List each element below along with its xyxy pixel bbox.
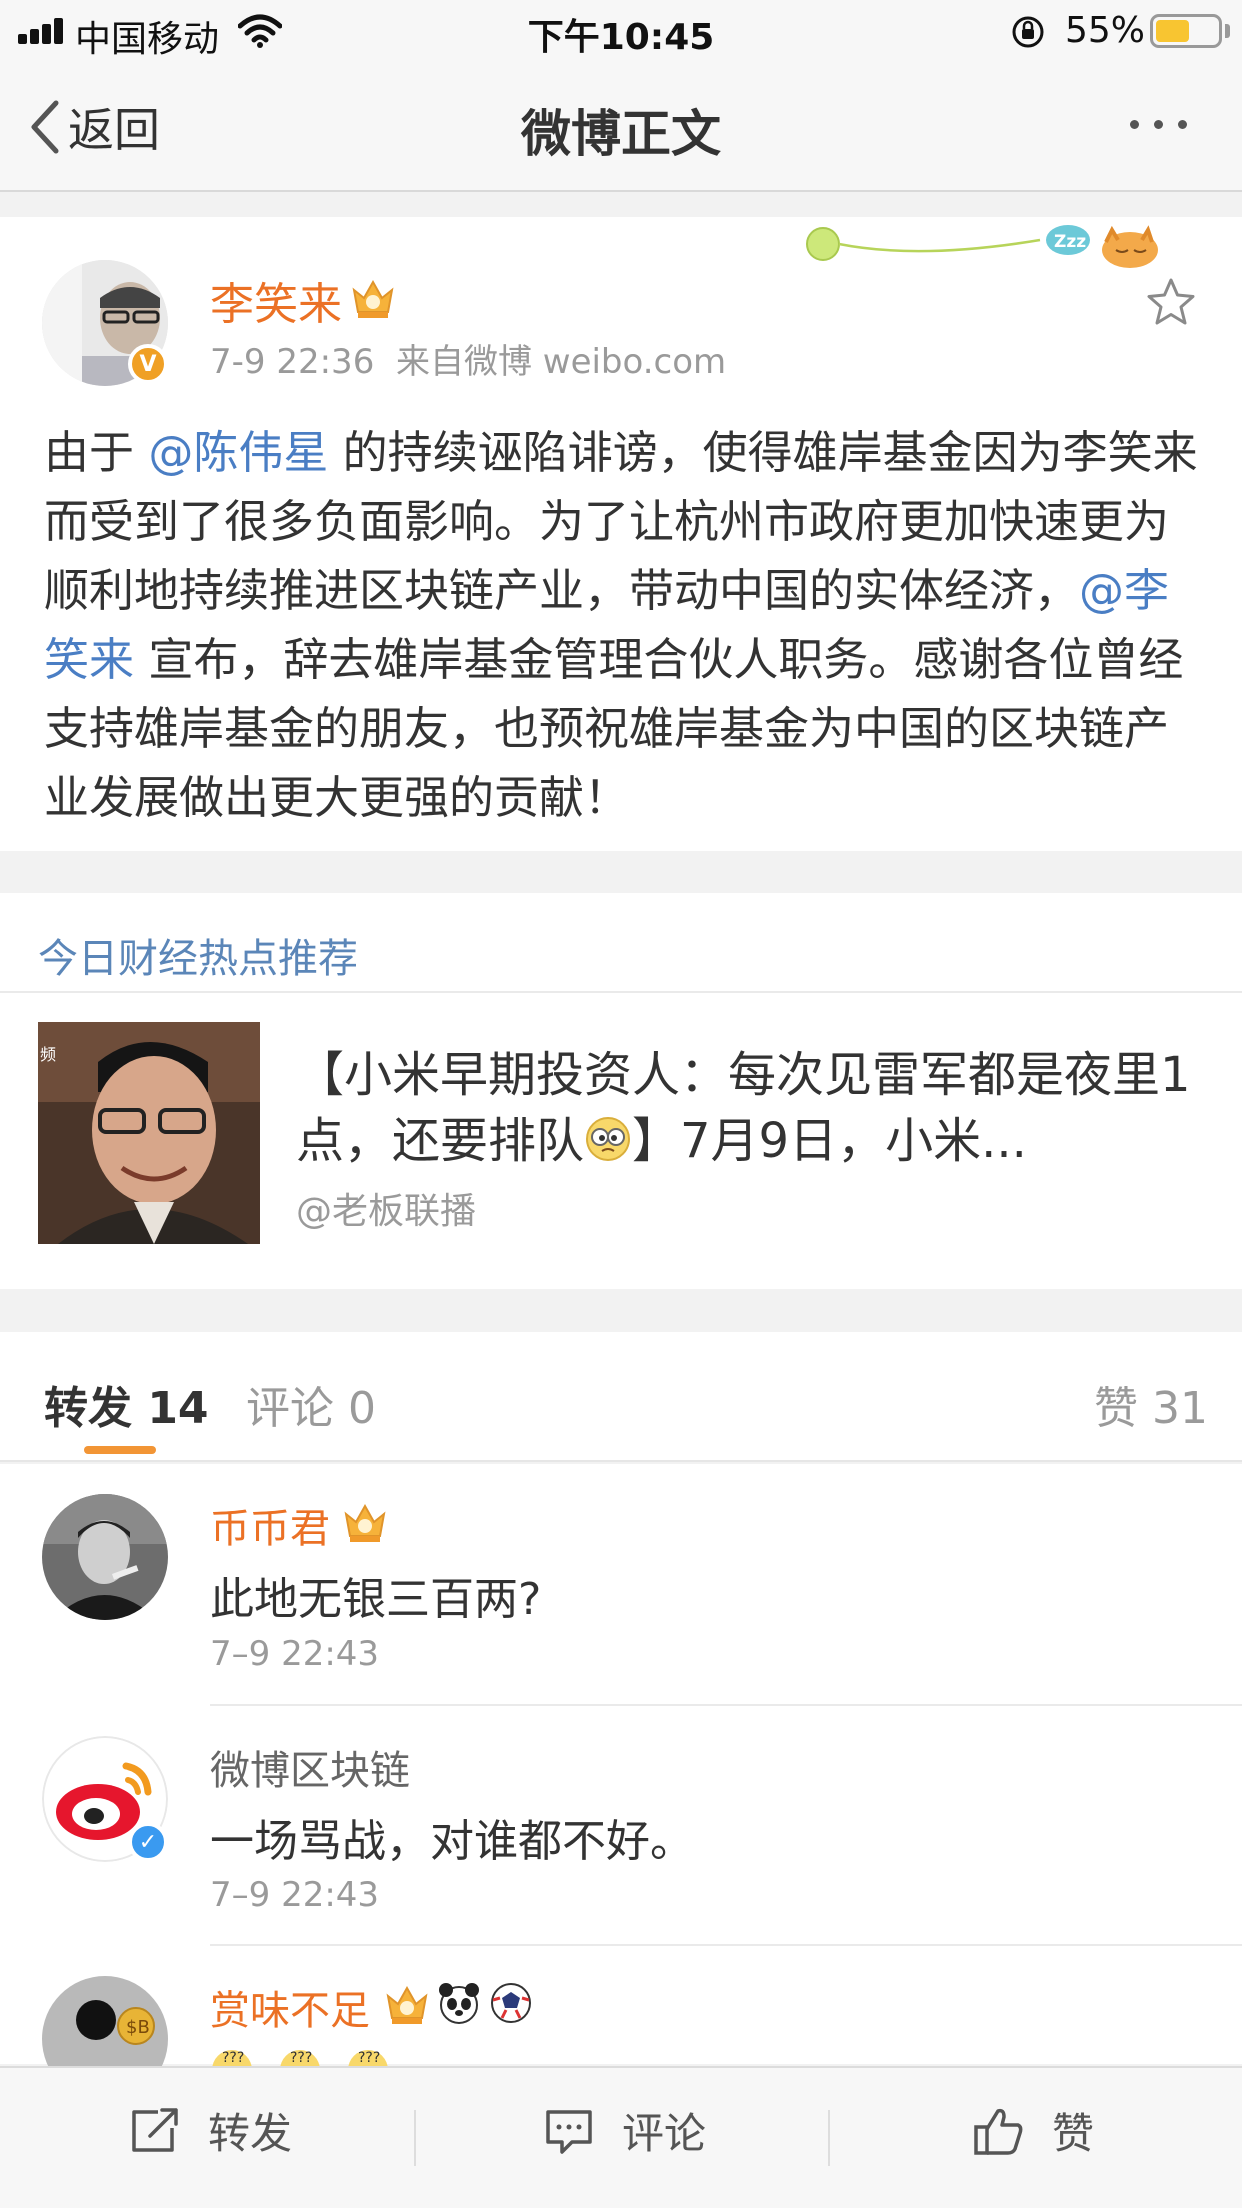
verified-badge-icon: ✓ xyxy=(128,1822,168,1862)
more-dot-icon xyxy=(1130,120,1139,129)
confused-emoji-icon xyxy=(586,1117,631,1161)
back-button[interactable]: 返回 xyxy=(30,94,160,160)
tab-repost[interactable]: 转发 14 xyxy=(44,1372,209,1436)
comment-author[interactable]: 币币君 xyxy=(210,1496,330,1554)
hot-title-text: 】7月9日，小米... xyxy=(632,1113,1027,1169)
mention-link[interactable]: @陈伟星 xyxy=(148,426,328,479)
repost-icon xyxy=(132,2107,178,2152)
comment-author[interactable]: 赏味不足 xyxy=(210,1978,370,2036)
divider xyxy=(0,991,1242,993)
repost-label: 转发 xyxy=(208,2109,293,2158)
comment-button[interactable]: 评论 xyxy=(542,2100,706,2161)
svg-text:Zzz: Zzz xyxy=(1054,232,1086,252)
svg-text:???: ??? xyxy=(222,2050,244,2066)
post-text-part: 由于 xyxy=(44,426,149,479)
svg-text:$B: $B xyxy=(126,2017,150,2038)
back-label: 返回 xyxy=(68,103,160,157)
status-bar: 中国移动 下午10:45 55% xyxy=(0,0,1242,62)
orientation-lock-icon xyxy=(1012,16,1044,48)
member-crown-icon xyxy=(352,279,394,318)
post-time: 7-9 22:36 xyxy=(210,342,375,382)
thumb-label: 频 xyxy=(40,1045,56,1064)
hot-thumbnail[interactable]: 频 xyxy=(38,1022,260,1244)
battery-icon xyxy=(1150,14,1222,48)
post-text-part: 宣布，辞去雄岸基金管理合伙人职务。感谢各位曾经支持雄岸基金的朋友，也预祝雄岸基金… xyxy=(44,633,1184,824)
like-label: 赞 xyxy=(1052,2109,1095,2158)
comment-text: 一场骂战，对谁都不好。 xyxy=(210,1816,694,1867)
tab-comment[interactable]: 评论 0 xyxy=(246,1372,376,1436)
more-dot-icon xyxy=(1178,120,1187,129)
member-crown-icon xyxy=(386,1985,428,2024)
svg-text:???: ??? xyxy=(290,2050,312,2066)
battery-percent: 55% xyxy=(1065,10,1146,51)
svg-text:???: ??? xyxy=(358,2050,380,2066)
hot-title[interactable]: 【小米早期投资人：每次见雷军都是夜里1点，还要排队 】7月9日，小米... xyxy=(296,1042,1196,1174)
sleeping-cat-decoration-icon: Zzz xyxy=(806,225,1158,268)
bottom-divider xyxy=(414,2110,416,2166)
comment-text: 此地无银三百两? xyxy=(210,1574,542,1625)
thumbs-up-icon xyxy=(974,2108,1023,2155)
soccer-ball-icon xyxy=(491,1983,531,2023)
bottom-divider xyxy=(828,2110,830,2166)
commenter-avatar[interactable] xyxy=(42,1494,168,1620)
comment-time: 7–9 22:43 xyxy=(210,1875,380,1915)
hot-thumbnail-image: 频 xyxy=(38,1022,260,1244)
battery-tip xyxy=(1225,24,1230,38)
post-source: 来自微博 weibo.com xyxy=(395,342,727,382)
hot-header[interactable]: 今日财经热点推荐 xyxy=(38,926,358,984)
verified-badge-icon: V xyxy=(128,344,168,384)
comment-author[interactable]: 微博区块链 xyxy=(210,1738,410,1796)
status-time: 下午10:45 xyxy=(527,17,715,58)
more-dot-icon xyxy=(1154,120,1163,129)
more-button[interactable] xyxy=(1130,120,1187,129)
hot-source[interactable]: @老板联播 xyxy=(296,1182,476,1234)
favorite-star-icon[interactable] xyxy=(1145,276,1197,328)
post-author[interactable]: 李笑来 xyxy=(210,268,342,332)
post-meta: 7-9 22:36 来自微博 weibo.com xyxy=(210,334,726,383)
chevron-left-icon xyxy=(31,100,59,154)
commenter-avatar-image xyxy=(42,1494,168,1620)
comment-divider xyxy=(210,1944,1242,1946)
tab-like[interactable]: 赞 31 xyxy=(1094,1372,1208,1436)
like-button[interactable]: 赞 xyxy=(972,2100,1094,2161)
panda-icon xyxy=(439,1983,479,2024)
tab-active-indicator xyxy=(84,1446,156,1454)
comment-icon xyxy=(546,2109,592,2154)
post-body: 由于 @陈伟星 的持续诬陷诽谤，使得雄岸基金因为李笑来而受到了很多负面影响。为了… xyxy=(44,418,1204,832)
repost-list xyxy=(0,1464,1242,2064)
repost-button[interactable]: 转发 xyxy=(128,2100,292,2161)
comment-time: 7–9 22:43 xyxy=(210,1634,380,1674)
comment-label: 评论 xyxy=(622,2109,707,2158)
member-crown-icon xyxy=(344,1503,386,1542)
comment-divider xyxy=(210,1704,1242,1706)
